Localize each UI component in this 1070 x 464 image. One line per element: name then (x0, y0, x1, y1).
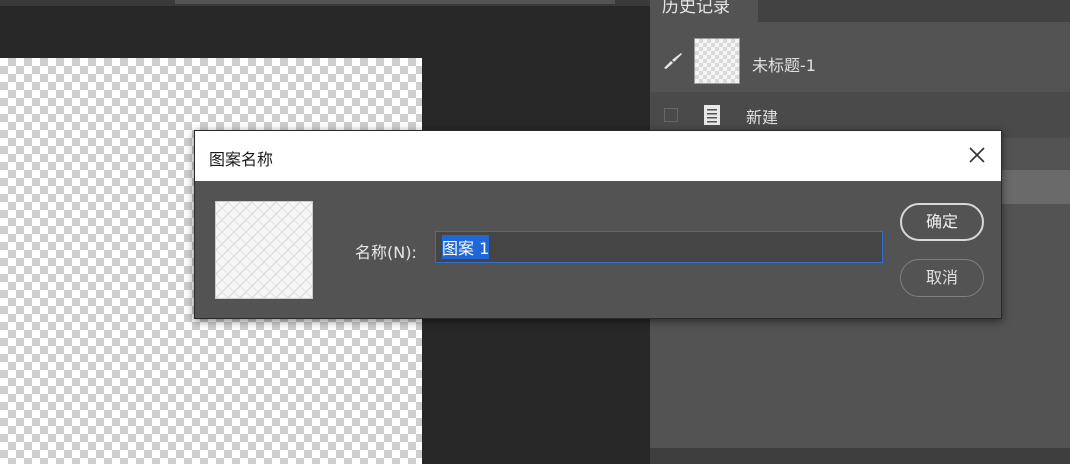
top-toolbar-strip (0, 0, 650, 6)
pattern-name-dialog: 图案名称 名称(N): 确定 取消 (194, 130, 1002, 319)
new-document-icon (704, 105, 720, 125)
brush-icon[interactable] (662, 52, 684, 70)
name-label: 名称(N): (355, 243, 417, 262)
pattern-preview (215, 201, 313, 299)
ok-button[interactable]: 确定 (900, 203, 984, 241)
dialog-titlebar[interactable]: 图案名称 (195, 131, 1001, 181)
history-source-checkbox[interactable] (664, 108, 678, 122)
pattern-preview-icon (216, 202, 312, 298)
panel-tab-bar: 历史记录 (650, 0, 1070, 22)
pattern-name-input[interactable] (435, 231, 883, 263)
horizontal-scrollbar[interactable] (175, 0, 615, 4)
history-snapshot-item[interactable]: 未标题-1 (650, 30, 1070, 88)
snapshot-label: 未标题-1 (752, 56, 816, 75)
panel-scroll-area (1000, 170, 1070, 204)
snapshot-thumbnail (694, 38, 740, 84)
panel-bottom-bar (650, 448, 1070, 464)
tab-history[interactable]: 历史记录 (650, 0, 758, 22)
new-step-label: 新建 (746, 108, 779, 127)
cancel-button[interactable]: 取消 (900, 259, 984, 297)
dialog-title: 图案名称 (209, 150, 274, 169)
close-icon[interactable] (967, 145, 987, 165)
